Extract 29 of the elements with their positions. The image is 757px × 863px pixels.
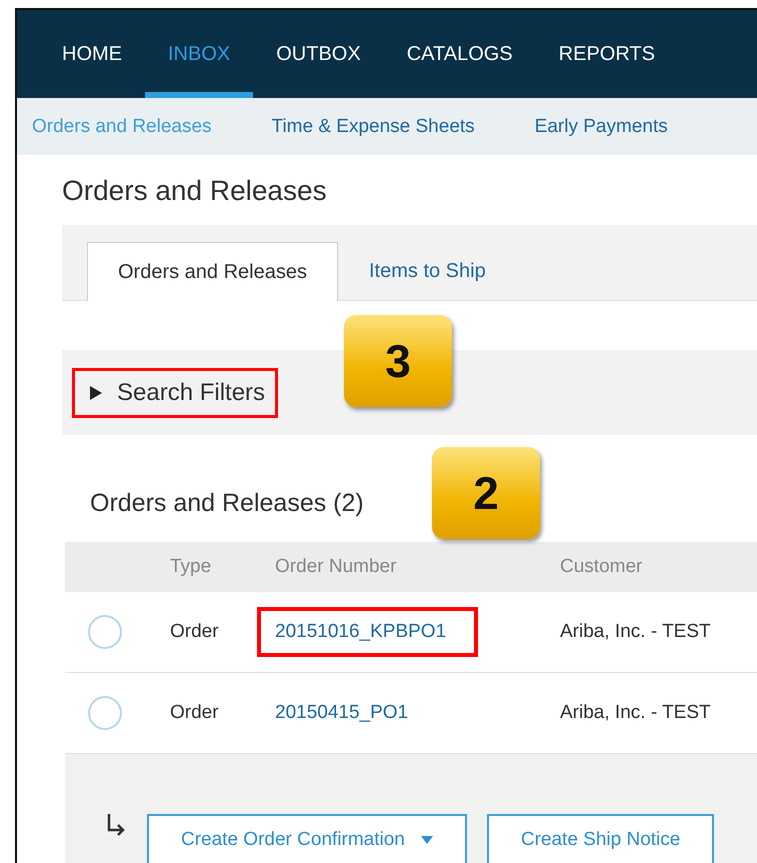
nav-tab[interactable]: CATALOGS xyxy=(384,10,536,98)
table-title: Orders and Releases (2) xyxy=(90,489,364,518)
action-button[interactable]: Create Order Confirmation xyxy=(147,814,467,863)
action-button[interactable]: Create Ship Notice xyxy=(486,814,714,863)
nav-tab[interactable]: OUTBOX xyxy=(253,10,384,98)
nav-tab[interactable]: REPORTS xyxy=(536,10,678,98)
order-link[interactable]: 20151016_KPBPO1 xyxy=(257,607,478,657)
table-cell-text: Ariba, Inc. - TEST xyxy=(560,702,712,724)
down-right-arrow-icon xyxy=(105,812,127,838)
subnav-link[interactable]: Time & Expense Sheets xyxy=(272,116,475,138)
callout-badge: 2 xyxy=(432,447,540,539)
row-radio[interactable] xyxy=(88,696,122,730)
tab[interactable]: Orders and Releases xyxy=(87,242,338,301)
table-cell-text: Order xyxy=(170,621,220,643)
table-cell-text: Ariba, Inc. - TEST xyxy=(560,621,712,643)
nav-tab[interactable]: HOME xyxy=(39,10,145,98)
row-radio[interactable] xyxy=(88,615,122,649)
column-header: Customer xyxy=(560,556,644,578)
order-link[interactable]: 20150415_PO1 xyxy=(257,688,440,738)
callout-badge: 3 xyxy=(344,315,452,407)
table-cell-text: Order xyxy=(170,702,220,724)
page-title: Orders and Releases xyxy=(62,175,327,207)
expand-icon xyxy=(89,384,103,400)
column-header: Order Number xyxy=(275,556,398,578)
caret-icon xyxy=(420,836,433,844)
search-filters-toggle[interactable]: Search Filters xyxy=(72,368,278,418)
tab[interactable]: Items to Ship xyxy=(338,242,517,300)
column-header: Type xyxy=(170,556,212,578)
subnav-link[interactable]: Early Payments xyxy=(534,116,668,138)
